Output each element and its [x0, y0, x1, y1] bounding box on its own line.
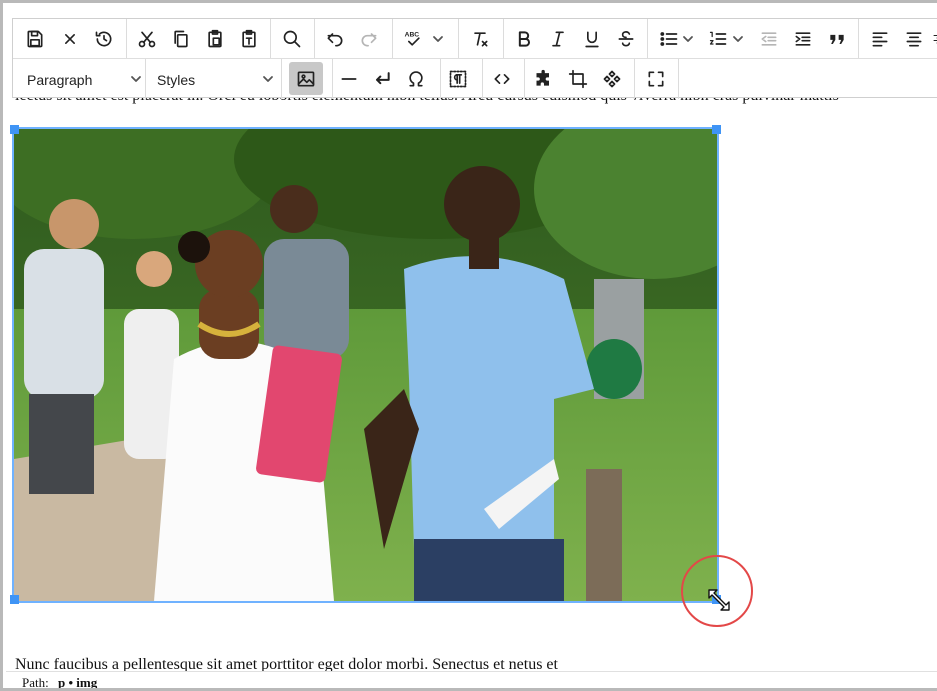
- find-button[interactable]: [280, 27, 304, 51]
- undo-button[interactable]: [323, 27, 347, 51]
- components-button[interactable]: [600, 67, 624, 91]
- save-icon: [27, 30, 43, 48]
- redo-button[interactable]: [357, 27, 381, 51]
- chevron-down-icon: [433, 36, 443, 42]
- align-left-button[interactable]: [868, 27, 892, 51]
- bold-button[interactable]: [512, 27, 536, 51]
- bold-icon: [518, 31, 530, 47]
- paste-text-button[interactable]: [237, 27, 261, 51]
- clear-format-icon: [474, 32, 488, 47]
- toolbar-row-2: Paragraph Styles: [13, 59, 937, 99]
- styles-select-value: Styles: [157, 72, 196, 88]
- svg-text:ABC: ABC: [405, 32, 420, 39]
- format-select-value: Paragraph: [27, 72, 93, 88]
- photo-students-walking: [14, 129, 717, 601]
- align-right-button[interactable]: [932, 27, 937, 51]
- editor-frame: ABC Paragraph Styles Nunc faucibus a pel…: [0, 0, 937, 691]
- format-select[interactable]: Paragraph: [13, 59, 145, 99]
- source-code-button[interactable]: [490, 67, 514, 91]
- insert-image-button[interactable]: [289, 62, 323, 95]
- strikethrough-icon: [618, 31, 634, 47]
- special-char-button[interactable]: [404, 67, 428, 91]
- show-blocks-button[interactable]: [446, 67, 470, 91]
- align-center-icon: [906, 32, 922, 47]
- outdent-button[interactable]: [757, 27, 781, 51]
- blockquote-button[interactable]: [825, 27, 849, 51]
- bullet-list-dropdown[interactable]: [681, 32, 695, 46]
- bullet-list-icon: [660, 32, 678, 46]
- fullscreen-button[interactable]: [644, 67, 668, 91]
- history-icon: [95, 31, 112, 47]
- copy-button[interactable]: [169, 27, 193, 51]
- underline-button[interactable]: [580, 27, 604, 51]
- styles-select[interactable]: Styles: [146, 59, 281, 99]
- path-label: Path:: [22, 675, 49, 690]
- numbered-list-icon: [709, 31, 727, 45]
- line-break-button[interactable]: [370, 67, 394, 91]
- spellcheck-dropdown[interactable]: [431, 32, 445, 46]
- copy-icon: [174, 30, 188, 48]
- source-code-icon: [494, 74, 510, 84]
- plugin-icon: [536, 69, 549, 86]
- toolbar-row-1: ABC: [13, 19, 937, 59]
- selected-image[interactable]: [12, 127, 719, 603]
- underline-icon: [585, 31, 599, 48]
- align-center-button[interactable]: [902, 27, 926, 51]
- show-blocks-icon: [449, 70, 467, 88]
- fullscreen-icon: [648, 71, 664, 87]
- crop-button[interactable]: [566, 67, 590, 91]
- search-icon: [283, 30, 301, 48]
- cut-icon: [138, 31, 156, 48]
- strikethrough-button[interactable]: [614, 27, 638, 51]
- indent-button[interactable]: [791, 27, 815, 51]
- crop-icon: [568, 69, 588, 89]
- paste-text-icon: [242, 29, 256, 48]
- undo-icon: [327, 33, 343, 47]
- status-bar: Path: p • img: [6, 671, 937, 690]
- chevron-down-icon: [261, 72, 275, 86]
- indent-icon: [795, 32, 811, 46]
- paragraph-text: Nunc faucibus a pellentesque sit amet po…: [15, 656, 558, 671]
- element-path[interactable]: p • img: [58, 675, 97, 688]
- spellcheck-button[interactable]: ABC: [401, 27, 425, 51]
- italic-icon: [552, 31, 564, 47]
- numbered-list-button[interactable]: [706, 27, 730, 51]
- paste-button[interactable]: [203, 27, 227, 51]
- numbered-list-dropdown[interactable]: [731, 32, 745, 46]
- line-break-icon: [376, 72, 390, 85]
- italic-button[interactable]: [546, 27, 570, 51]
- save-button[interactable]: [23, 27, 47, 51]
- chevron-down-icon: [683, 36, 693, 42]
- plugin-button[interactable]: [532, 67, 556, 91]
- resize-handle-bottom-left[interactable]: [10, 595, 19, 604]
- editor-toolbar: ABC Paragraph Styles: [12, 18, 937, 99]
- resize-handle-top-left[interactable]: [10, 125, 19, 134]
- image-icon: [297, 71, 315, 86]
- chevron-down-icon: [129, 72, 143, 86]
- close-icon: [65, 34, 75, 45]
- resize-cursor-icon: [705, 586, 733, 619]
- align-right-icon: [933, 35, 937, 44]
- blockquote-icon: [830, 34, 844, 44]
- clear-format-button[interactable]: [468, 27, 492, 51]
- redo-icon: [361, 33, 377, 47]
- horizontal-rule-button[interactable]: [337, 67, 361, 91]
- cut-button[interactable]: [135, 27, 159, 51]
- chevron-down-icon: [733, 36, 743, 42]
- paste-icon: [208, 29, 222, 48]
- special-char-icon: [409, 71, 423, 87]
- spellcheck-icon: ABC: [405, 32, 420, 46]
- horizontal-rule-icon: [341, 78, 357, 80]
- bullet-list-button[interactable]: [657, 27, 681, 51]
- close-button[interactable]: [58, 27, 82, 51]
- resize-handle-top-right[interactable]: [712, 125, 721, 134]
- align-left-icon: [872, 32, 888, 47]
- outdent-icon: [761, 32, 777, 46]
- components-icon: [603, 70, 621, 88]
- history-button[interactable]: [92, 27, 116, 51]
- editor-content[interactable]: lectus sit amet est placerat in. Orci eu…: [6, 83, 937, 671]
